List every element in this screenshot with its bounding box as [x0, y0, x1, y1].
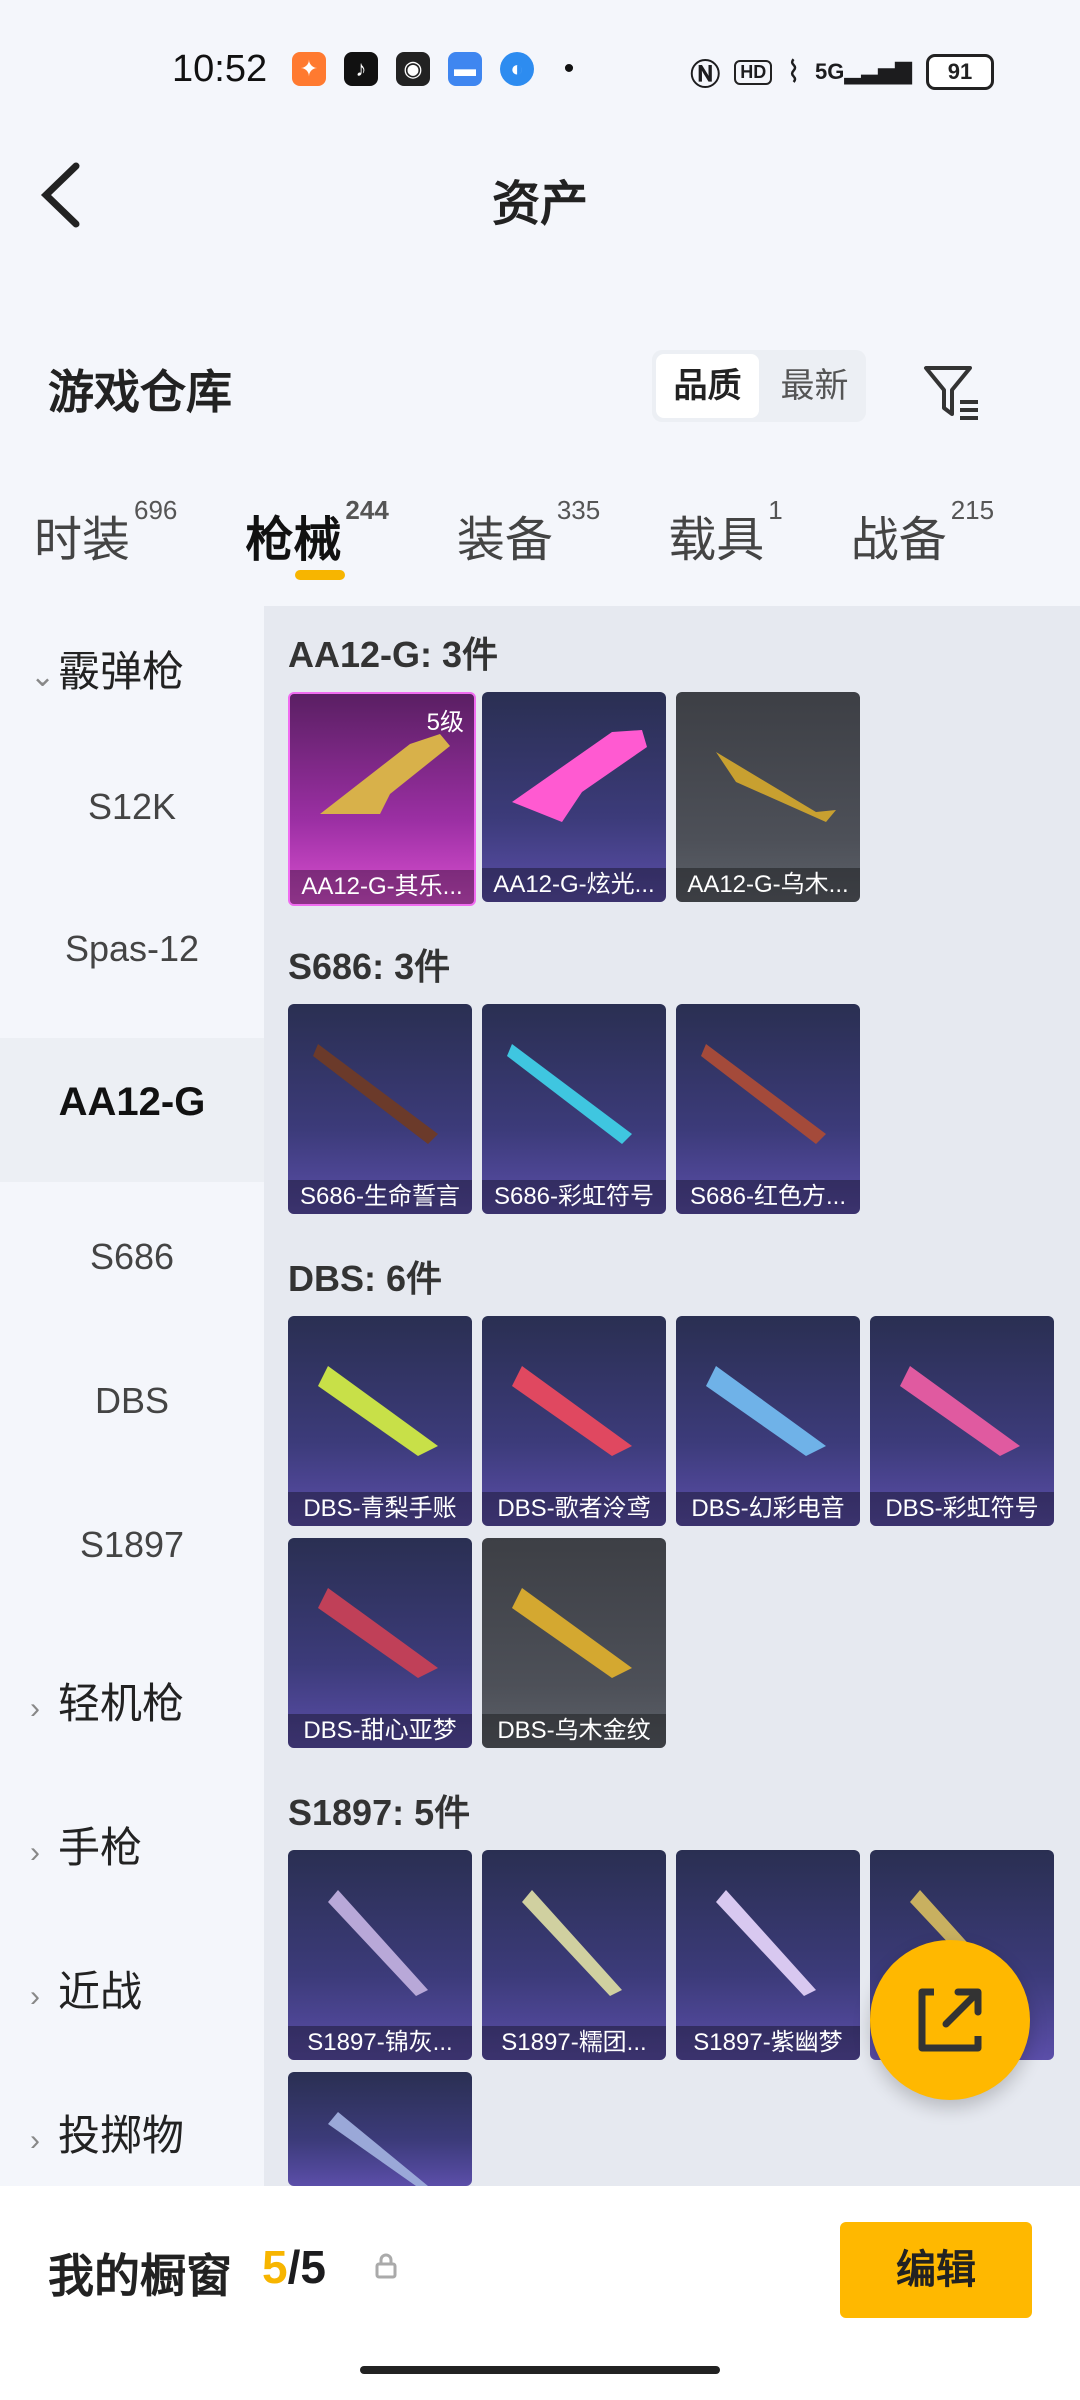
group-title-s1897: S1897: 5件	[288, 1792, 471, 1833]
5g-signal-icon: 5G▂▃▅▇	[814, 59, 912, 84]
warehouse-title: 游戏仓库	[48, 366, 232, 418]
shotgun-icon	[701, 1044, 826, 1144]
shotgun-icon	[512, 1366, 632, 1456]
shotgun-icon	[313, 1044, 438, 1144]
status-bar: 10:52 ✦ ♪ ◉ ▬ ◐ • Ⓝ HD ⌇ 5G▂▃▅▇ 91	[0, 0, 1080, 140]
edit-button[interactable]: 编辑	[840, 2222, 1032, 2318]
shotgun-icon	[512, 1588, 632, 1678]
chevron-right-icon: ›	[30, 1836, 40, 1869]
hd-icon: HD	[734, 59, 773, 85]
home-indicator	[360, 2366, 720, 2374]
shotgun-icon	[328, 2112, 428, 2186]
category-tabs: 时装696 枪械244 装备335 载具1 战备215	[0, 460, 1080, 606]
filter-button[interactable]	[920, 360, 984, 424]
tab-supplies[interactable]: 战备215	[851, 460, 994, 606]
sort-latest[interactable]: 最新	[763, 350, 866, 422]
shotgun-icon	[512, 730, 647, 822]
weapon-card[interactable]: S686-红色方...	[676, 1004, 860, 1214]
shotgun-icon	[706, 1366, 826, 1456]
warehouse-header: 游戏仓库 品质 最新	[0, 320, 1080, 460]
weapon-card[interactable]: AA12-G-炫光...	[482, 692, 666, 902]
chevron-down-icon: ⌄	[30, 660, 56, 693]
sort-toggle: 品质 最新	[652, 350, 866, 422]
filter-icon	[924, 366, 978, 420]
sidebar-item-spas12[interactable]: Spas-12	[0, 928, 264, 970]
weapon-card[interactable]: S1897-糯团...	[482, 1850, 666, 2060]
shotgun-icon	[318, 1588, 438, 1678]
sidebar-cat-pistol[interactable]: › 手枪	[30, 1814, 142, 1875]
tab-fashion[interactable]: 时装696	[34, 460, 177, 606]
sidebar-item-s686[interactable]: S686	[0, 1236, 264, 1278]
dot-icon: •	[563, 52, 575, 85]
sort-quality[interactable]: 品质	[656, 354, 759, 418]
sidebar-cat-melee[interactable]: › 近战	[30, 1958, 142, 2019]
sidebar-item-s1897[interactable]: S1897	[0, 1524, 264, 1566]
showcase-count: 5/5	[262, 2241, 326, 2293]
tab-active-indicator	[295, 570, 346, 580]
sidebar-item-s12k[interactable]: S12K	[0, 786, 264, 828]
shotgun-icon	[328, 1890, 428, 1996]
wifi-icon: ⌇	[786, 55, 801, 89]
weapon-card[interactable]: DBS-乌木金纹	[482, 1538, 666, 1748]
group-title-dbs: DBS: 6件	[288, 1258, 443, 1299]
page-title: 资产	[491, 178, 588, 231]
shotgun-icon	[318, 1366, 438, 1456]
weapon-sidebar: ⌄霰弹枪 S12K Spas-12 AA12-G S686 DBS S1897 …	[0, 606, 264, 2186]
wechat-icon: ◉	[396, 52, 430, 86]
weapon-card[interactable]: 5级 AA12-G-其乐...	[288, 692, 476, 906]
shotgun-icon	[716, 752, 836, 822]
status-app-icons: ✦ ♪ ◉ ▬ ◐ •	[292, 52, 586, 86]
share-icon	[918, 1988, 982, 2052]
shotgun-icon	[522, 1890, 622, 1996]
browser-icon: ◐	[500, 52, 534, 86]
lock-icon	[372, 2252, 400, 2280]
weapon-card[interactable]: DBS-青梨手账	[288, 1316, 472, 1526]
weapon-card[interactable]: DBS-歌者泠鸢	[482, 1316, 666, 1526]
tab-equipment[interactable]: 装备335	[457, 460, 600, 606]
sidebar-cat-throwables[interactable]: › 投掷物	[30, 2102, 184, 2163]
tab-vehicles[interactable]: 载具1	[668, 460, 782, 606]
share-button[interactable]	[870, 1940, 1030, 2100]
group-title-aa12: AA12-G: 3件	[288, 634, 499, 675]
shotgun-icon	[900, 1366, 1020, 1456]
tab-weapons[interactable]: 枪械244	[245, 460, 389, 606]
weapon-card[interactable]: S1897-紫幽梦	[676, 1850, 860, 2060]
weapon-card[interactable]: AA12-G-乌木...	[676, 692, 860, 902]
group-title-s686: S686: 3件	[288, 946, 451, 987]
sidebar-cat-lmg[interactable]: › 轻机枪	[30, 1670, 184, 1731]
status-time: 10:52	[172, 48, 268, 90]
chevron-right-icon: ›	[30, 2124, 40, 2157]
tiktok-icon: ♪	[344, 52, 378, 86]
sidebar-item-dbs[interactable]: DBS	[0, 1380, 264, 1422]
chevron-right-icon: ›	[30, 1692, 40, 1725]
level-badge: 5级	[426, 709, 464, 736]
status-right-icons: Ⓝ HD ⌇ 5G▂▃▅▇ 91	[690, 50, 994, 94]
wallet-icon: ▬	[448, 52, 482, 86]
weapon-card[interactable]: DBS-彩虹符号	[870, 1316, 1054, 1526]
game-icon: ✦	[292, 52, 326, 86]
app-header: 资产	[0, 140, 1080, 250]
battery-icon: 91	[926, 54, 994, 90]
weapon-card[interactable]: S1897-锦灰...	[288, 1850, 472, 2060]
shotgun-icon	[507, 1044, 632, 1144]
weapon-card[interactable]: S686-生命誓言	[288, 1004, 472, 1214]
weapon-card[interactable]: S686-彩虹符号	[482, 1004, 666, 1214]
sidebar-item-aa12g[interactable]: AA12-G	[0, 1080, 264, 1125]
showcase-title: 我的橱窗	[48, 2250, 232, 2302]
sidebar-cat-shotgun[interactable]: ⌄霰弹枪	[30, 638, 184, 699]
weapon-card[interactable]: DBS-甜心亚梦	[288, 1538, 472, 1748]
chevron-right-icon: ›	[30, 1980, 40, 2013]
showcase-bar: 我的橱窗 5/5 编辑	[0, 2186, 1080, 2400]
nfc-icon: Ⓝ	[690, 59, 721, 92]
weapon-card[interactable]	[288, 2072, 472, 2186]
shotgun-icon	[716, 1890, 816, 1996]
weapon-card[interactable]: DBS-幻彩电音	[676, 1316, 860, 1526]
